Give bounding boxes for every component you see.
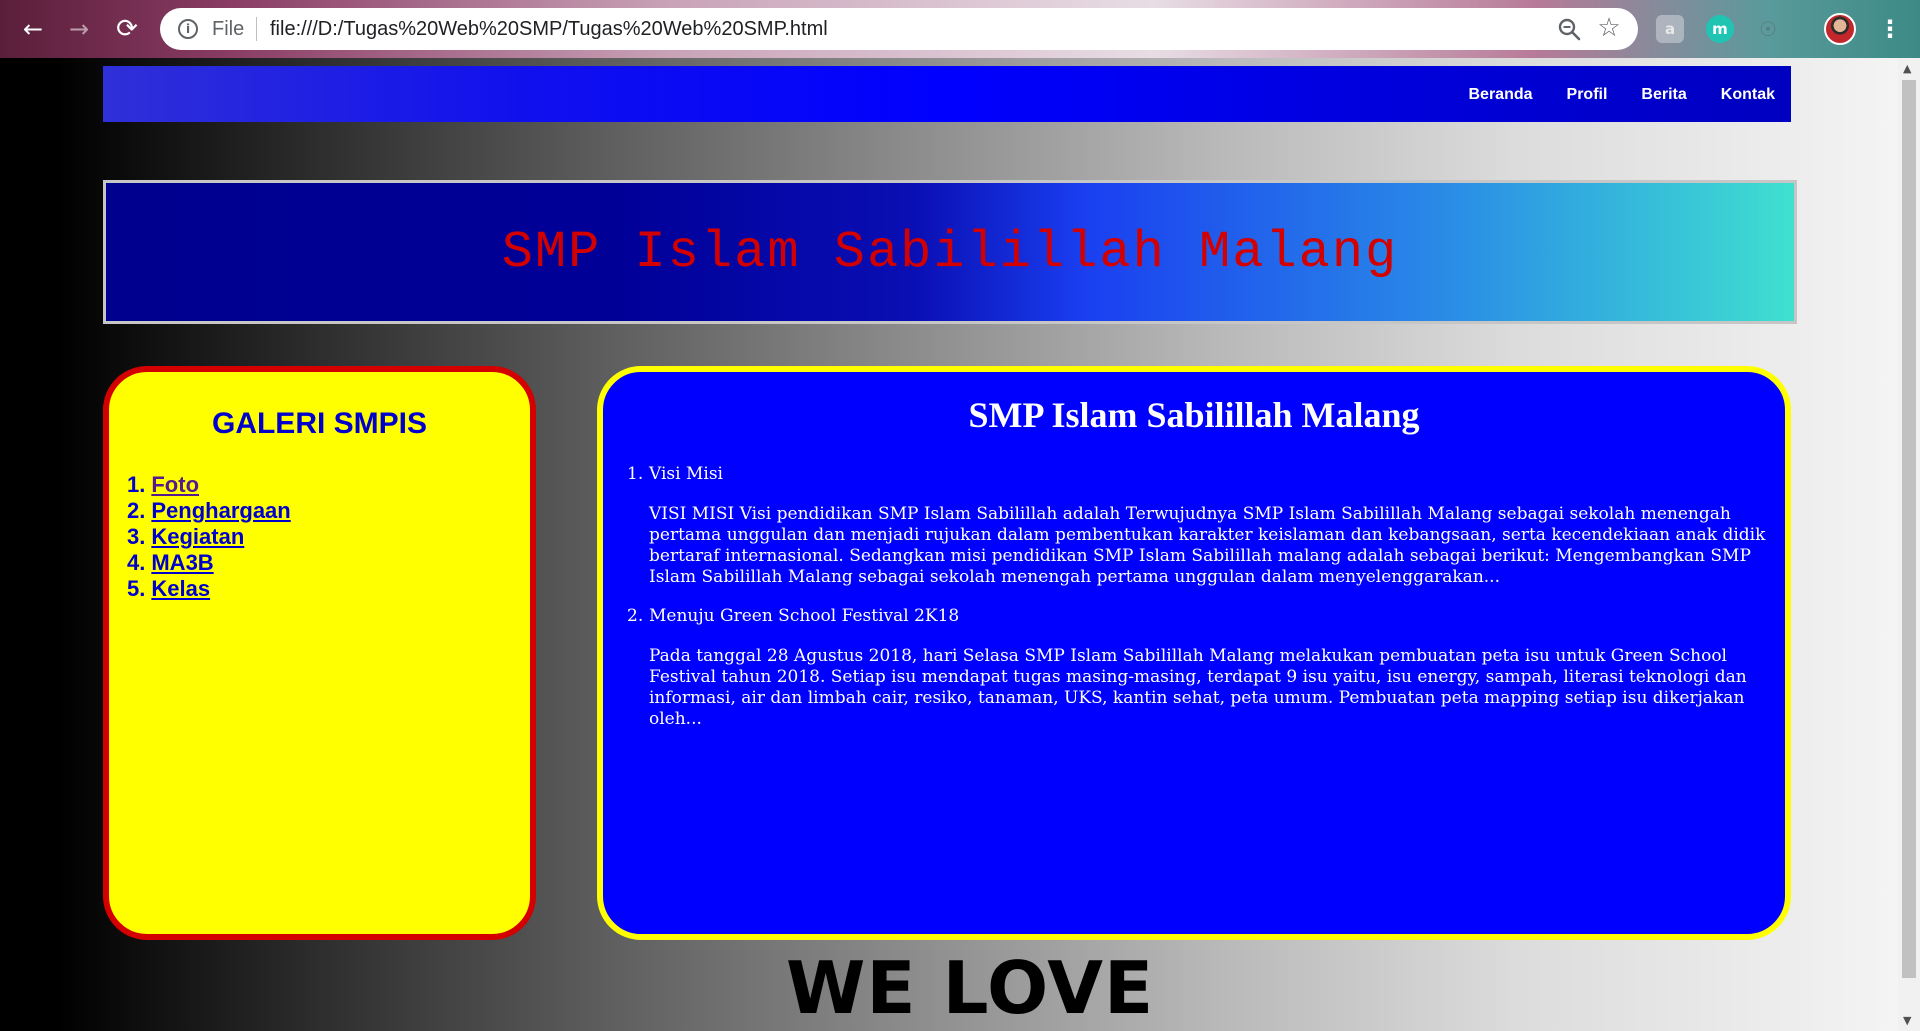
- article-item: 2. Menuju Green School Festival 2K18 Pada…: [627, 606, 1785, 730]
- gallery-item-number: 2.: [127, 498, 146, 523]
- nav-beranda[interactable]: Beranda: [1468, 86, 1532, 103]
- forward-icon[interactable]: →: [62, 12, 96, 46]
- content-title: SMP Islam Sabilillah Malang: [968, 395, 1420, 435]
- extension-a-icon[interactable]: a: [1656, 15, 1684, 43]
- gallery-item-number: 4.: [127, 550, 146, 575]
- nav-berita[interactable]: Berita: [1641, 86, 1686, 103]
- gallery-item-number: 1.: [127, 472, 146, 497]
- back-icon[interactable]: ←: [16, 12, 50, 46]
- article-item: 1. Visi Misi VISI MISI Visi pendidikan SM…: [627, 464, 1785, 588]
- article-list: 1. Visi Misi VISI MISI Visi pendidikan SM…: [627, 464, 1785, 748]
- gallery-item: 1. Foto: [127, 472, 291, 498]
- top-navigation: Beranda Profil Berita Kontak: [103, 66, 1791, 122]
- nav-kontak[interactable]: Kontak: [1721, 86, 1775, 103]
- gallery-link-foto[interactable]: Foto: [151, 472, 199, 497]
- reload-icon[interactable]: ⟳: [110, 12, 144, 46]
- article-heading: 1. Visi Misi: [627, 464, 1785, 484]
- gallery-item: 3. Kegiatan: [127, 524, 291, 550]
- site-title: SMP Islam Sabilillah Malang: [501, 223, 1399, 282]
- article-body: Pada tanggal 28 Agustus 2018, hari Selas…: [649, 646, 1747, 729]
- gallery-item-number: 3.: [127, 524, 146, 549]
- gallery-link-penghargaan[interactable]: Penghargaan: [151, 498, 290, 523]
- address-separator: [256, 17, 257, 41]
- gallery-item-number: 5.: [127, 576, 146, 601]
- nav-profil[interactable]: Profil: [1567, 86, 1608, 103]
- vertical-scrollbar[interactable]: ▲ ▼: [1898, 58, 1920, 1031]
- info-icon[interactable]: i: [178, 19, 198, 39]
- article-body: VISI MISI Visi pendidikan SMP Islam Sabi…: [649, 504, 1766, 587]
- gallery-link-kelas[interactable]: Kelas: [151, 576, 210, 601]
- address-bar[interactable]: i File file:///D:/Tugas%20Web%20SMP/Tuga…: [160, 8, 1638, 50]
- extension-m-icon[interactable]: m: [1706, 15, 1734, 43]
- footer-text: WE LOVE: [786, 946, 1155, 1030]
- zoom-icon[interactable]: [1556, 16, 1582, 42]
- profile-avatar[interactable]: [1824, 13, 1856, 45]
- gallery-item: 5. Kelas: [127, 576, 291, 602]
- scrollbar-thumb[interactable]: [1902, 80, 1916, 978]
- article-heading: 2. Menuju Green School Festival 2K18: [627, 606, 1785, 626]
- page-viewport: Beranda Profil Berita Kontak SMP Islam S…: [0, 58, 1898, 1031]
- content-panel: SMP Islam Sabilillah Malang 1. Visi Misi …: [597, 366, 1791, 940]
- bookmark-star-icon[interactable]: ☆: [1594, 13, 1624, 43]
- gallery-link-kegiatan[interactable]: Kegiatan: [151, 524, 244, 549]
- url-text[interactable]: file:///D:/Tugas%20Web%20SMP/Tugas%20Web…: [270, 17, 828, 41]
- header-banner: SMP Islam Sabilillah Malang: [103, 180, 1797, 324]
- scheme-label: File: [212, 18, 245, 40]
- browser-menu-icon[interactable]: ⋮: [1878, 12, 1902, 46]
- gallery-item: 4. MA3B: [127, 550, 291, 576]
- gallery-panel: GALERI SMPIS 1. Foto 2. Penghargaan 3. Kegi…: [103, 366, 536, 940]
- gallery-item: 2. Penghargaan: [127, 498, 291, 524]
- scroll-up-arrow-icon[interactable]: ▲: [1903, 62, 1911, 75]
- article-number: 1.: [627, 464, 644, 484]
- gallery-list: 1. Foto 2. Penghargaan 3. Kegiatan 4. MA3B 5…: [127, 472, 291, 602]
- scroll-down-arrow-icon[interactable]: ▼: [1903, 1014, 1911, 1027]
- article-heading-text: Menuju Green School Festival 2K18: [649, 606, 960, 626]
- gallery-link-ma3b[interactable]: MA3B: [151, 550, 213, 575]
- gallery-title: GALERI SMPIS: [211, 407, 428, 440]
- article-number: 2.: [627, 606, 644, 626]
- article-heading-text: Visi Misi: [649, 464, 723, 484]
- extension-bulb-icon[interactable]: ☉: [1754, 15, 1782, 43]
- browser-toolbar: ← → ⟳ i File file:///D:/Tugas%20Web%20SM…: [0, 0, 1920, 58]
